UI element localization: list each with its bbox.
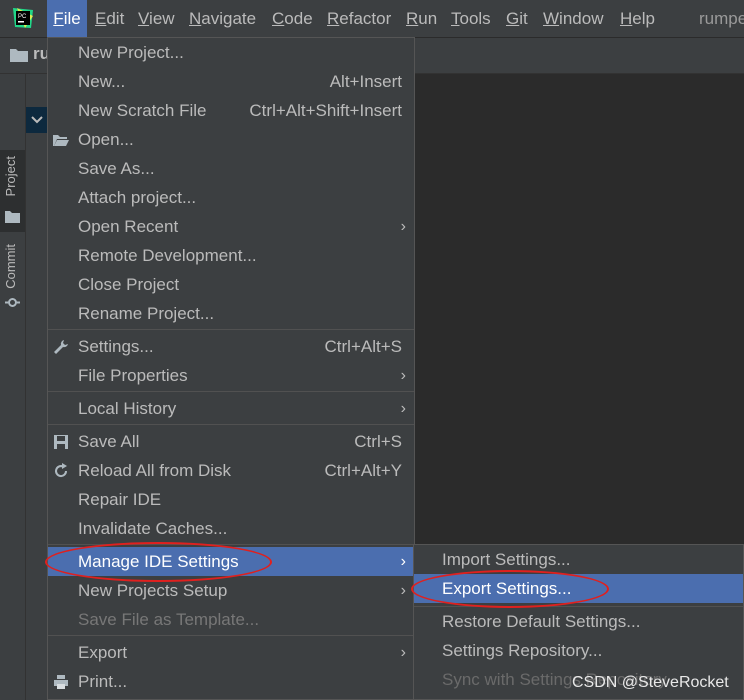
project-tree-selection[interactable] <box>26 107 48 133</box>
menu-item-save-as[interactable]: Save As... <box>48 154 414 183</box>
shortcut-label: Ctrl+Alt+Shift+Insert <box>249 101 402 120</box>
submenu-item-restore-default-settings[interactable]: Restore Default Settings... <box>414 607 743 636</box>
menu-git[interactable]: Git <box>506 0 528 37</box>
file-menu-dropdown: New Project... New... Alt+Insert New Scra… <box>47 37 415 700</box>
menu-item-local-history[interactable]: Local History › <box>48 394 414 423</box>
wrench-icon <box>54 340 68 354</box>
project-toolwindow-button[interactable]: Project <box>0 150 25 232</box>
shortcut-label: Ctrl+Alt+Y <box>324 461 402 480</box>
menu-item-export[interactable]: Export › <box>48 638 414 667</box>
menu-item-open[interactable]: Open... <box>48 125 414 154</box>
menu-code[interactable]: Code <box>272 0 313 37</box>
editor-area[interactable] <box>416 74 744 544</box>
chevron-right-icon: › <box>400 400 406 417</box>
highlight-ellipse-manage-ide <box>45 542 272 582</box>
submenu-item-import-settings[interactable]: Import Settings... <box>414 545 743 574</box>
menu-item-new[interactable]: New... Alt+Insert <box>48 67 414 96</box>
highlight-ellipse-export-settings <box>411 570 609 608</box>
watermark-text: CSDN @SteveRocket <box>572 674 729 691</box>
chevron-right-icon: › <box>400 218 406 235</box>
menu-item-attach-project[interactable]: Attach project... <box>48 183 414 212</box>
printer-icon <box>54 675 68 689</box>
save-icon <box>54 435 68 449</box>
menu-edit[interactable]: Edit <box>95 0 124 37</box>
submenu-item-settings-repository[interactable]: Settings Repository... <box>414 636 743 665</box>
project-toolwindow-label: Project <box>3 156 18 197</box>
menu-run[interactable]: Run <box>406 0 437 37</box>
menu-item-new-scratch-file[interactable]: New Scratch File Ctrl+Alt+Shift+Insert <box>48 96 414 125</box>
commit-toolwindow-label: Commit <box>3 244 18 289</box>
open-folder-icon <box>53 135 69 146</box>
menu-item-invalidate-caches[interactable]: Invalidate Caches... <box>48 514 414 543</box>
menu-view[interactable]: View <box>138 0 175 37</box>
chevron-right-icon: › <box>400 644 406 661</box>
menu-refactor[interactable]: Refactor <box>327 0 391 37</box>
main-menubar: PC File Edit View Navigate Code Refactor… <box>0 0 744 38</box>
menu-item-save-all[interactable]: Save All Ctrl+S <box>48 427 414 456</box>
menu-file[interactable]: File <box>47 0 87 37</box>
menu-separator <box>48 635 414 636</box>
menu-help[interactable]: Help <box>620 0 655 37</box>
menu-item-new-project[interactable]: New Project... <box>48 38 414 67</box>
menu-item-rename-project[interactable]: Rename Project... <box>48 299 414 328</box>
pycharm-logo-icon[interactable]: PC <box>11 6 35 30</box>
menu-item-close-project[interactable]: Close Project <box>48 270 414 299</box>
menu-item-save-file-as-template: Save File as Template... <box>78 610 260 629</box>
menu-navigate[interactable]: Navigate <box>189 0 256 37</box>
menu-item-open-recent[interactable]: Open Recent › <box>48 212 414 241</box>
menu-tools[interactable]: Tools <box>451 0 491 37</box>
shortcut-label: Ctrl+S <box>354 432 402 451</box>
chevron-right-icon: › <box>400 367 406 384</box>
menu-separator <box>48 391 414 392</box>
commit-icon <box>5 298 20 307</box>
shortcut-label: Alt+Insert <box>329 72 402 91</box>
menu-item-repair-ide[interactable]: Repair IDE <box>48 485 414 514</box>
folder-icon <box>5 211 20 223</box>
menu-item-print[interactable]: Print... <box>48 667 414 696</box>
svg-text:PC: PC <box>18 14 27 20</box>
menu-item-reload-all[interactable]: Reload All from Disk Ctrl+Alt+Y <box>48 456 414 485</box>
menu-item-file-properties[interactable]: File Properties › <box>48 361 414 390</box>
menu-item-remote-development[interactable]: Remote Development... <box>48 241 414 270</box>
window-project-title: rumpe <box>699 9 744 28</box>
refresh-icon <box>55 463 68 478</box>
tool-window-strip: Project Commit <box>0 74 26 700</box>
menu-item-settings[interactable]: Settings... Ctrl+Alt+S <box>48 332 414 361</box>
menu-separator <box>48 329 414 330</box>
commit-toolwindow-button[interactable]: Commit <box>0 242 25 312</box>
chevron-down-icon <box>31 116 43 124</box>
menu-separator <box>48 424 414 425</box>
chevron-right-icon: › <box>400 553 406 570</box>
project-panel-edge <box>26 74 48 700</box>
menu-item-new-projects-setup[interactable]: New Projects Setup › <box>48 576 414 605</box>
menu-window[interactable]: Window <box>543 0 603 37</box>
shortcut-label: Ctrl+Alt+S <box>324 337 402 356</box>
chevron-right-icon: › <box>400 582 406 599</box>
folder-icon <box>10 49 28 62</box>
